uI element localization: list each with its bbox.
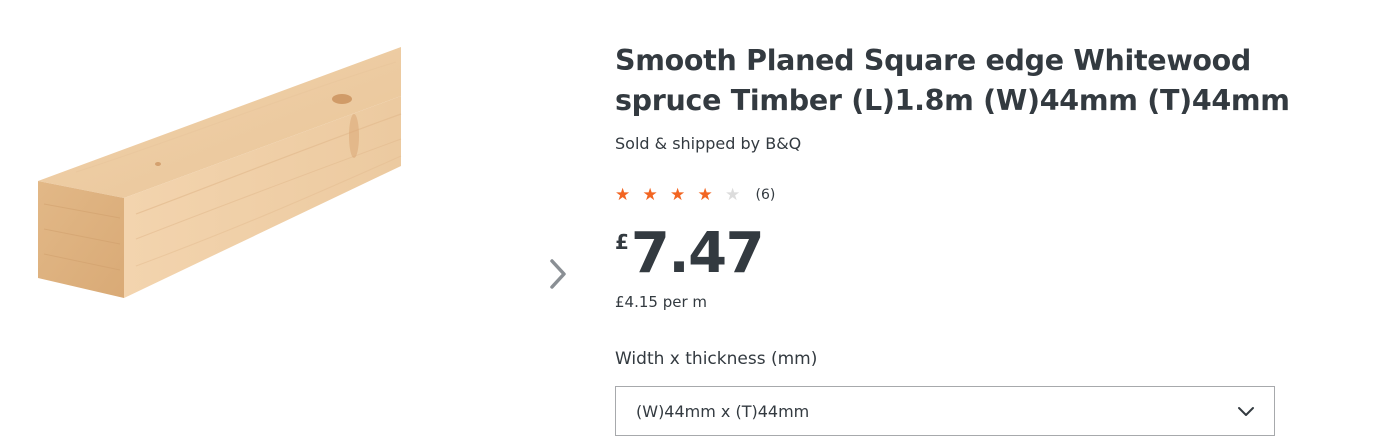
chevron-right-icon <box>550 259 566 289</box>
price-currency: £ <box>615 230 629 254</box>
product-title: Smooth Planed Square edge Whitewood spru… <box>615 44 1290 117</box>
seller-text: Sold & shipped by B&Q <box>615 134 802 153</box>
option-label: Width x thickness (mm) <box>615 349 818 369</box>
product-info: Smooth Planed Square edge Whitewood spru… <box>615 0 1355 447</box>
size-select[interactable]: (W)44mm x (T)44mm <box>615 386 1275 436</box>
price-amount: 7.47 <box>630 221 765 286</box>
product-image <box>38 47 402 298</box>
price: £ 7.47 <box>615 221 765 286</box>
gallery-next-button[interactable] <box>540 252 576 296</box>
product-gallery <box>0 0 590 447</box>
star-icon: ★ <box>725 185 741 205</box>
rating-count[interactable]: (6) <box>756 187 776 203</box>
star-icon: ★ <box>615 185 631 205</box>
size-select-value: (W)44mm x (T)44mm <box>636 401 810 421</box>
rating[interactable]: ★ ★ ★ ★ ★ (6) <box>615 184 775 206</box>
star-icon: ★ <box>697 185 713 205</box>
unit-price: £4.15 per m <box>615 293 708 311</box>
chevron-down-icon <box>1238 407 1254 416</box>
star-icon: ★ <box>642 185 658 205</box>
star-icon: ★ <box>670 185 686 205</box>
